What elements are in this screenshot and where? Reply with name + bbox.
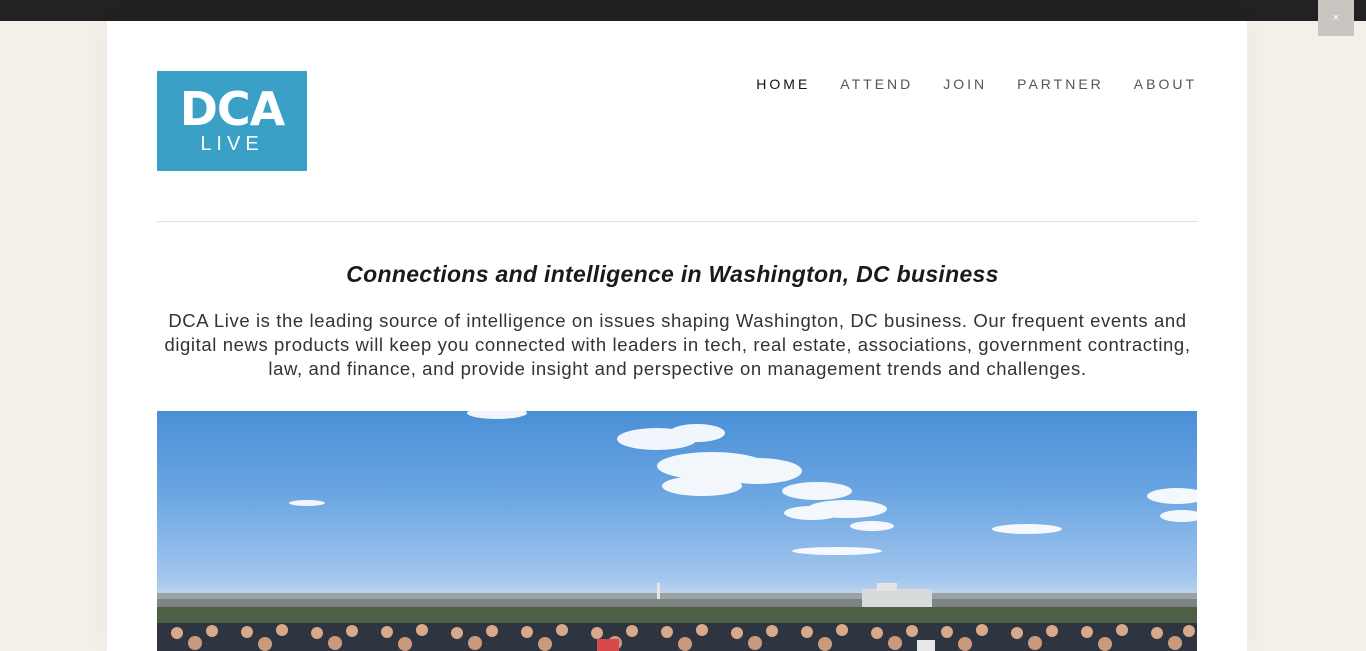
nav-partner[interactable]: PARTNER: [1017, 76, 1104, 92]
nav-home[interactable]: HOME: [756, 76, 810, 92]
nav-join[interactable]: JOIN: [943, 76, 987, 92]
main-nav: HOME ATTEND JOIN PARTNER ABOUT: [726, 76, 1197, 92]
nav-attend[interactable]: ATTEND: [840, 76, 913, 92]
page-headline: Connections and intelligence in Washingt…: [346, 261, 999, 287]
top-bar: [0, 0, 1366, 21]
site-logo[interactable]: DCA LIVE: [157, 71, 307, 171]
nav-about[interactable]: ABOUT: [1134, 76, 1197, 92]
logo-main-text: DCA: [179, 82, 286, 136]
page-container: DCA LIVE HOME ATTEND JOIN PARTNER ABOUT …: [107, 21, 1247, 651]
header-divider: [157, 221, 1198, 222]
close-button[interactable]: ×: [1318, 0, 1354, 36]
intro-paragraph: DCA Live is the leading source of intell…: [164, 310, 1191, 379]
close-icon: ×: [1332, 12, 1340, 24]
hero-photo: [157, 411, 1197, 651]
logo-sub-text: LIVE: [200, 133, 264, 155]
